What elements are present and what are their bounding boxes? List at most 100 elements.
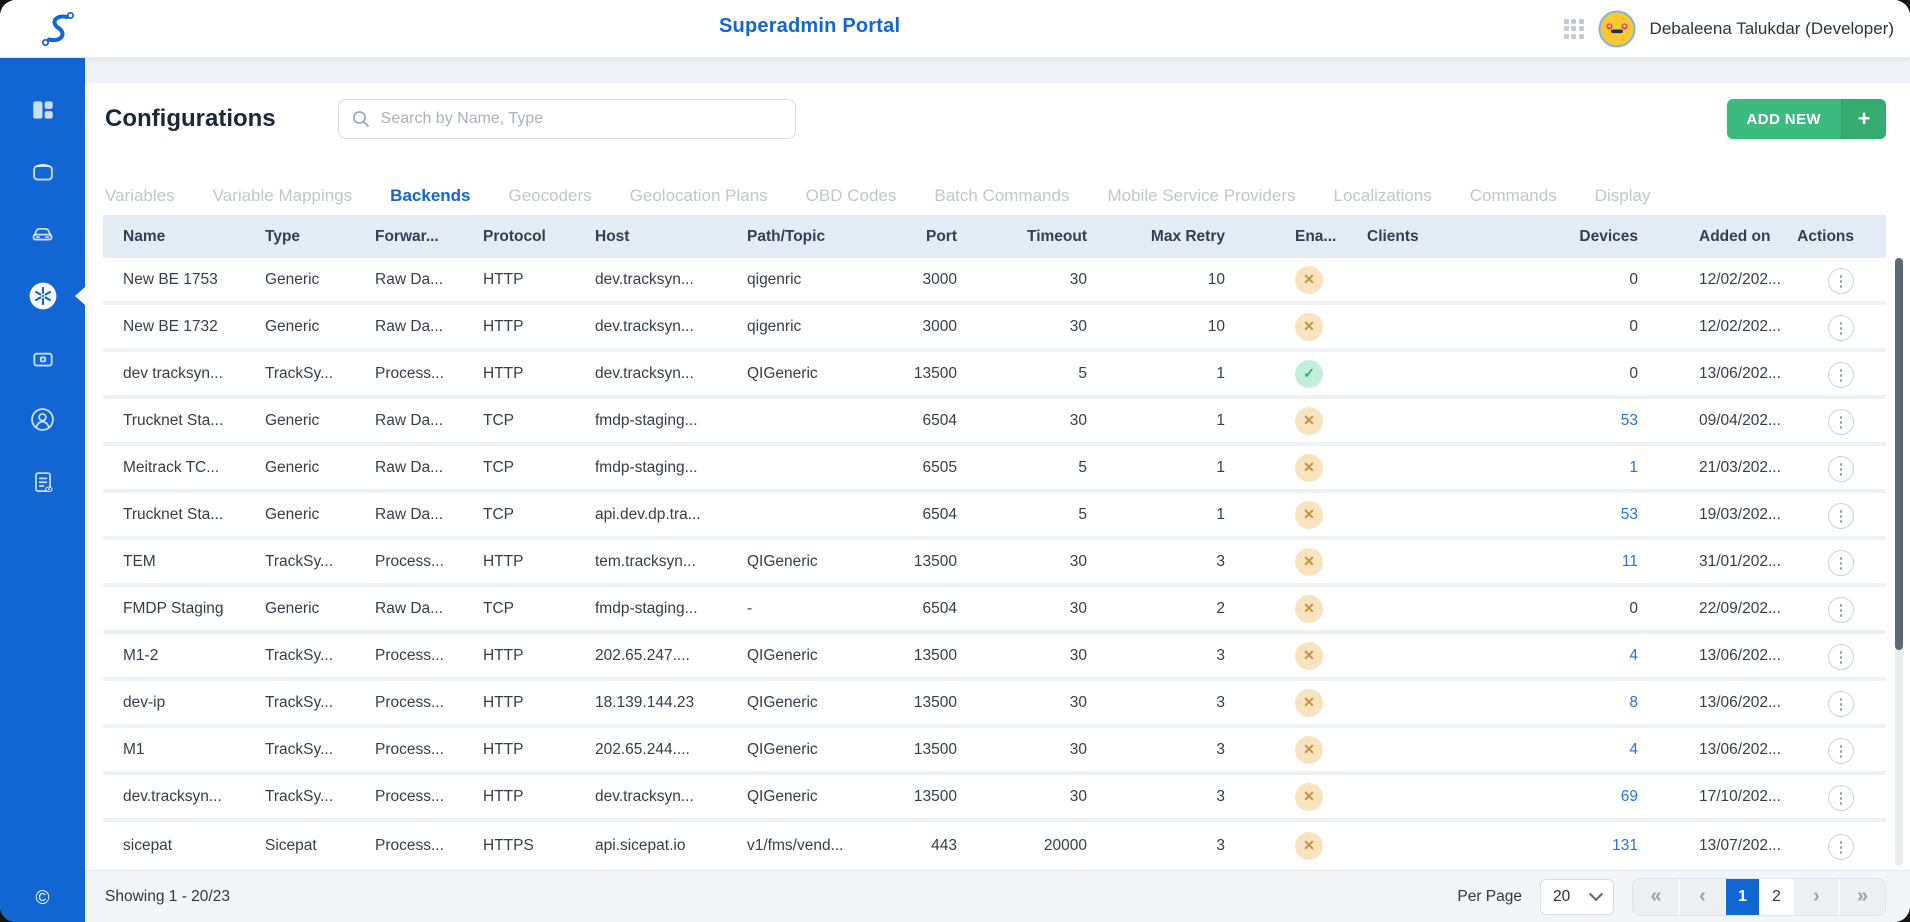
kebab-menu-icon[interactable] (1828, 409, 1854, 435)
kebab-menu-icon[interactable] (1828, 691, 1854, 717)
tab-geocoders[interactable]: Geocoders (509, 179, 592, 213)
prev-page-button[interactable]: ‹ (1679, 879, 1725, 915)
sidebar-item-toolbox[interactable] (0, 339, 85, 376)
last-page-button[interactable]: » (1839, 879, 1885, 915)
cell-actions[interactable] (1786, 265, 1874, 295)
tab-obd-codes[interactable]: OBD Codes (806, 179, 897, 213)
tab-localizations[interactable]: Localizations (1334, 179, 1432, 213)
kebab-menu-icon[interactable] (1828, 785, 1854, 811)
tab-variables[interactable]: Variables (105, 179, 175, 213)
cell-actions[interactable] (1786, 641, 1874, 671)
tab-commands[interactable]: Commands (1470, 179, 1557, 213)
search-box[interactable] (338, 99, 796, 139)
cell-actions[interactable] (1786, 312, 1874, 342)
tab-backends[interactable]: Backends (390, 179, 470, 213)
tab-batch-commands[interactable]: Batch Commands (934, 179, 1069, 213)
cell-max-retry: 2 (1127, 600, 1259, 618)
cell-added-on: 13/07/202... (1640, 837, 1786, 855)
kebab-menu-icon[interactable] (1828, 456, 1854, 482)
devices-count[interactable]: 53 (1621, 412, 1638, 429)
chevron-down-icon (1589, 887, 1603, 901)
cell-actions[interactable] (1786, 547, 1874, 577)
cell-actions[interactable] (1786, 406, 1874, 436)
devices-count[interactable]: 8 (1629, 694, 1638, 711)
tab-mobile-service-providers[interactable]: Mobile Service Providers (1107, 179, 1295, 213)
cell-actions[interactable] (1786, 453, 1874, 483)
scrollbar-thumb[interactable] (1895, 258, 1903, 650)
cell-devices[interactable]: 4 (1469, 647, 1640, 665)
kebab-menu-icon[interactable] (1828, 362, 1854, 388)
sidebar: © (0, 57, 85, 922)
cell-type: Sicepat (265, 837, 375, 855)
cell-devices[interactable]: 8 (1469, 694, 1640, 712)
cell-devices[interactable]: 1 (1469, 459, 1640, 477)
scrollbar-track[interactable] (1895, 258, 1903, 866)
search-input[interactable] (379, 109, 783, 129)
kebab-menu-icon[interactable] (1828, 550, 1854, 576)
kebab-menu-icon[interactable] (1828, 644, 1854, 670)
page-title: Configurations (105, 105, 276, 133)
sidebar-item-configurations[interactable] (0, 277, 85, 314)
kebab-menu-icon[interactable] (1828, 597, 1854, 623)
sidebar-item-reports[interactable] (0, 463, 85, 500)
cell-protocol: HTTP (483, 318, 595, 336)
cell-protocol: HTTP (483, 694, 595, 712)
next-page-button[interactable]: › (1793, 879, 1839, 915)
page-button-1[interactable]: 1 (1725, 879, 1759, 915)
tab-geolocation-plans[interactable]: Geolocation Plans (630, 179, 768, 213)
cell-actions[interactable] (1786, 359, 1874, 389)
kebab-menu-icon[interactable] (1828, 315, 1854, 341)
cell-actions[interactable] (1786, 594, 1874, 624)
copyright-icon[interactable]: © (0, 888, 85, 910)
cell-actions[interactable] (1786, 688, 1874, 718)
cell-enabled: ✕ (1259, 454, 1355, 482)
apps-grid-icon[interactable] (1564, 19, 1584, 39)
cell-devices[interactable]: 53 (1469, 412, 1640, 430)
devices-count[interactable]: 1 (1629, 459, 1638, 476)
cell-host: 202.65.244.... (595, 741, 747, 759)
page-button-2[interactable]: 2 (1759, 879, 1793, 915)
devices-count[interactable]: 53 (1621, 506, 1638, 523)
kebab-menu-icon[interactable] (1828, 268, 1854, 294)
cell-actions[interactable] (1786, 782, 1874, 812)
kebab-menu-icon[interactable] (1828, 738, 1854, 764)
tab-bar: Variables Variable Mappings Backends Geocod… (105, 179, 1886, 213)
user-name[interactable]: Debaleena Talukdar (Developer) (1650, 19, 1894, 39)
devices-count[interactable]: 69 (1621, 788, 1638, 805)
sidebar-item-accounts[interactable] (0, 401, 85, 438)
cell-path-topic: QIGeneric (747, 741, 897, 759)
kebab-menu-icon[interactable] (1828, 834, 1854, 860)
cell-devices[interactable]: 131 (1469, 837, 1640, 855)
cell-forwarding: Raw Da... (375, 271, 483, 289)
cell-devices[interactable]: 53 (1469, 506, 1640, 524)
table-row: M1TrackSy...Process...HTTP202.65.244....… (103, 728, 1886, 775)
per-page-select[interactable]: 20 (1540, 879, 1614, 915)
cell-actions[interactable] (1786, 735, 1874, 765)
cell-type: TrackSy... (265, 694, 375, 712)
cell-devices[interactable]: 69 (1469, 788, 1640, 806)
devices-count[interactable]: 131 (1612, 837, 1638, 854)
cell-timeout: 30 (993, 318, 1127, 336)
column-header-host: Host (595, 228, 747, 246)
cell-type: TrackSy... (265, 553, 375, 571)
first-page-button[interactable]: « (1633, 879, 1679, 915)
cell-max-retry: 1 (1127, 459, 1259, 477)
tab-variable-mappings[interactable]: Variable Mappings (213, 179, 353, 213)
cell-devices[interactable]: 11 (1469, 553, 1640, 571)
cell-actions[interactable] (1786, 831, 1874, 861)
kebab-menu-icon[interactable] (1828, 503, 1854, 529)
cell-max-retry: 3 (1127, 553, 1259, 571)
cell-devices[interactable]: 4 (1469, 741, 1640, 759)
devices-count[interactable]: 4 (1629, 741, 1638, 758)
devices-count[interactable]: 4 (1629, 647, 1638, 664)
devices-count[interactable]: 11 (1622, 553, 1638, 570)
add-new-button[interactable]: ADD NEW + (1727, 99, 1886, 139)
sidebar-item-vehicles[interactable] (0, 215, 85, 252)
cell-timeout: 30 (993, 553, 1127, 571)
sidebar-item-devices[interactable] (0, 153, 85, 190)
sidebar-item-dashboard[interactable] (0, 91, 85, 128)
tab-display[interactable]: Display (1595, 179, 1651, 213)
cell-actions[interactable] (1786, 500, 1874, 530)
user-avatar[interactable] (1598, 10, 1636, 48)
cell-forwarding: Process... (375, 837, 483, 855)
